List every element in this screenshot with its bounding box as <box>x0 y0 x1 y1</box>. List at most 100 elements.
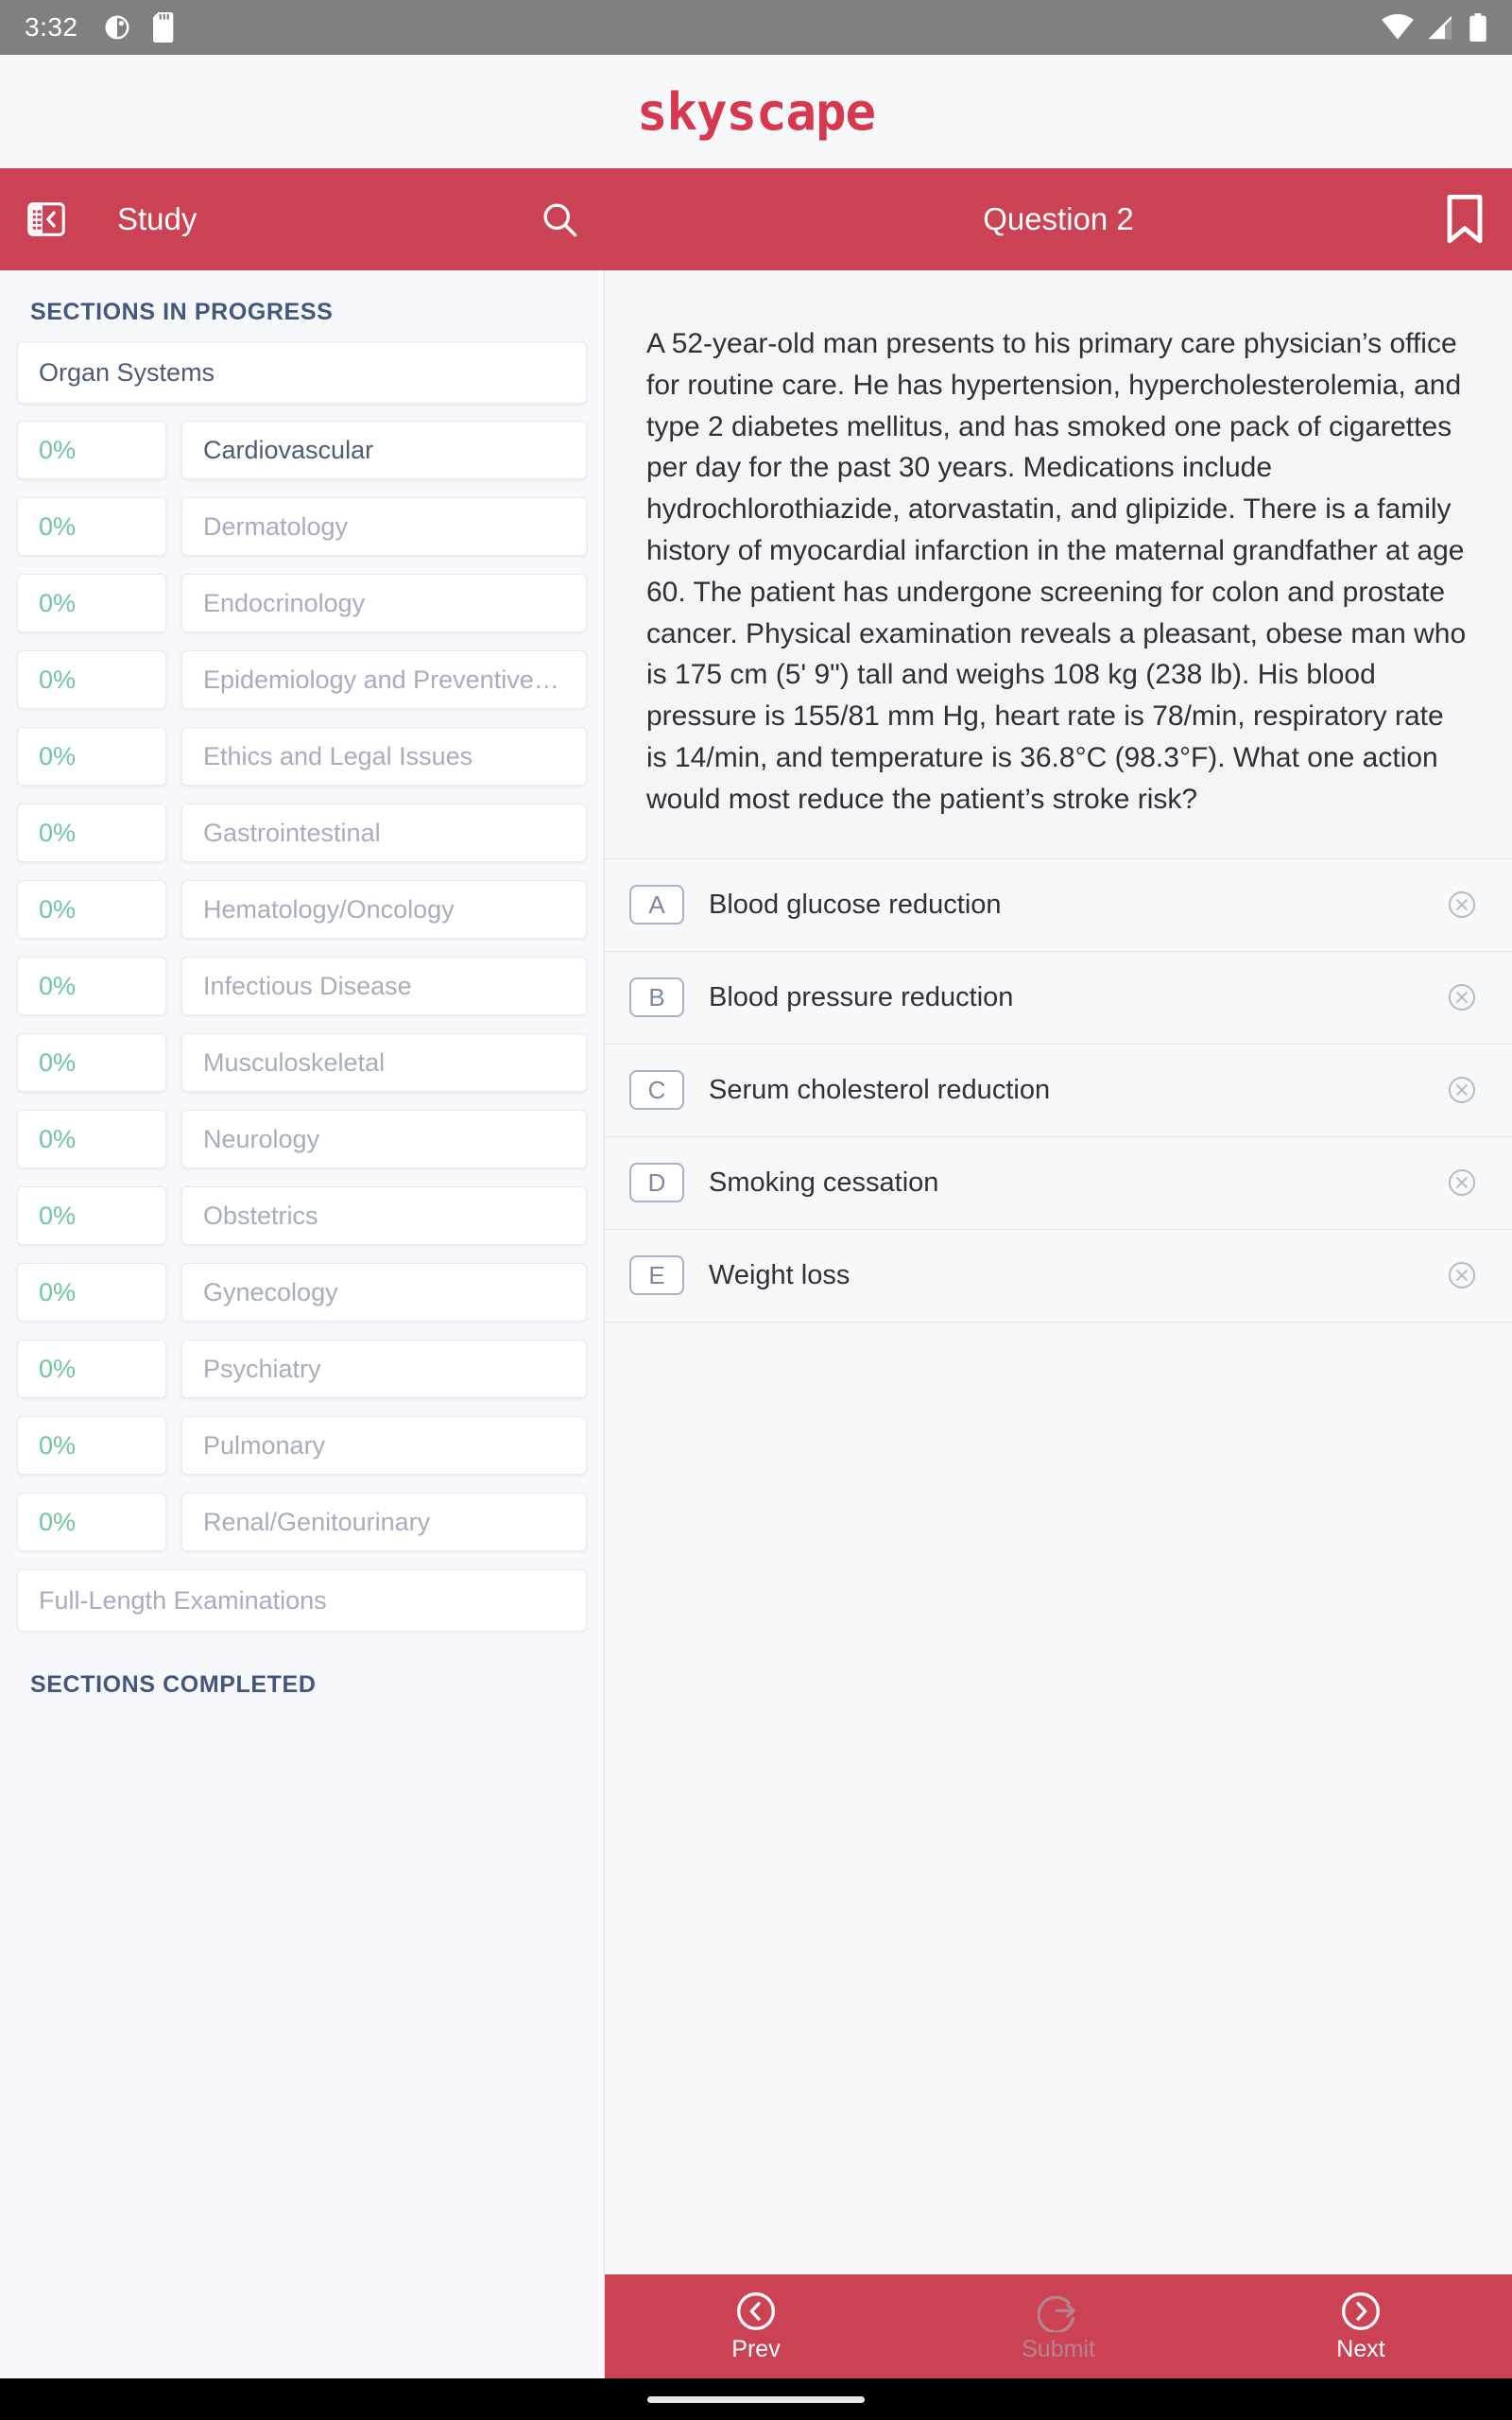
prev-button[interactable]: Prev <box>605 2290 907 2363</box>
option-letter: E <box>648 1260 665 1289</box>
section-name-card[interactable]: Epidemiology and Preventive… <box>181 650 587 709</box>
sidebar-section-row[interactable]: 0% Ethics and Legal Issues <box>17 727 587 786</box>
sidebar-section-row[interactable]: 0% Renal/Genitourinary <box>17 1493 587 1551</box>
option-letter-badge[interactable]: A <box>629 885 684 925</box>
section-name-card[interactable]: Pulmonary <box>181 1416 587 1475</box>
option-letter: D <box>647 1167 666 1197</box>
answer-option[interactable]: D Smoking cessation <box>605 1137 1512 1230</box>
sections-completed-heading: SECTIONS COMPLETED <box>30 1671 317 1698</box>
sidebar-section-row[interactable]: 0% Pulmonary <box>17 1416 587 1475</box>
option-text: Serum cholesterol reduction <box>709 1074 1051 1105</box>
answer-option[interactable]: A Blood glucose reduction <box>605 859 1512 952</box>
question-title: Question 2 <box>983 201 1134 236</box>
answer-option[interactable]: B Blood pressure reduction <box>605 952 1512 1045</box>
option-text: Weight loss <box>709 1259 850 1290</box>
section-progress-card[interactable]: 0% <box>17 957 166 1015</box>
sidebar-footer-fill <box>0 2274 605 2378</box>
answer-option[interactable]: C Serum cholesterol reduction <box>605 1045 1512 1137</box>
option-letter-badge[interactable]: C <box>629 1070 684 1111</box>
sidebar-item-label: Full-Length Examinations <box>39 1585 327 1615</box>
bookmark-icon[interactable] <box>1446 195 1484 244</box>
sidebar-section-row[interactable]: 0% Endocrinology <box>17 574 587 632</box>
section-progress-card[interactable]: 0% <box>17 421 166 479</box>
sidebar-section-row[interactable]: 0% Gastrointestinal <box>17 804 587 862</box>
section-progress-card[interactable]: 0% <box>17 880 166 939</box>
option-letter-badge[interactable]: E <box>629 1255 684 1296</box>
section-progress-card[interactable]: 0% <box>17 574 166 632</box>
strike-out-option-icon[interactable] <box>1446 981 1478 1013</box>
section-progress-card[interactable]: 0% <box>17 1263 166 1322</box>
chevron-right-circle-icon <box>1342 2291 1380 2330</box>
option-letter-badge[interactable]: B <box>629 977 684 1018</box>
sidebar-section-row[interactable]: 0% Musculoskeletal <box>17 1033 587 1092</box>
section-name-card[interactable]: Gastrointestinal <box>181 804 587 862</box>
strike-out-option-icon[interactable] <box>1446 889 1478 921</box>
section-progress-card[interactable]: 0% <box>17 497 166 556</box>
status-bar-right-icons <box>1382 13 1487 42</box>
section-name-label: Obstetrics <box>203 1201 318 1230</box>
section-progress-card[interactable]: 0% <box>17 650 166 709</box>
sidebar-section-row[interactable]: 0% Hematology/Oncology <box>17 880 587 939</box>
section-progress-card[interactable]: 0% <box>17 1340 166 1398</box>
section-name-label: Gynecology <box>203 1277 338 1306</box>
section-progress-value: 0% <box>39 741 77 770</box>
section-name-card[interactable]: Dermatology <box>181 497 587 556</box>
section-progress-value: 0% <box>39 894 77 924</box>
option-letter: A <box>648 890 665 919</box>
section-progress-value: 0% <box>39 1201 77 1230</box>
section-name-card[interactable]: Neurology <box>181 1110 587 1168</box>
section-name-card[interactable]: Psychiatry <box>181 1340 587 1398</box>
strike-out-option-icon[interactable] <box>1446 1167 1478 1199</box>
section-progress-card[interactable]: 0% <box>17 727 166 786</box>
section-name-card[interactable]: Hematology/Oncology <box>181 880 587 939</box>
question-stem: A 52-year-old man presents to his primar… <box>646 328 1467 815</box>
search-icon[interactable] <box>539 199 580 240</box>
option-letter-badge[interactable]: D <box>629 1163 684 1203</box>
sidebar-group-organ-systems[interactable]: Organ Systems <box>17 341 587 404</box>
sidebar-section-row[interactable]: 0% Obstetrics <box>17 1186 587 1245</box>
sidebar-section-row[interactable]: 0% Cardiovascular <box>17 421 587 479</box>
sidebar-section-row[interactable]: 0% Neurology <box>17 1110 587 1168</box>
section-name-label: Dermatology <box>203 511 349 541</box>
section-name-card[interactable]: Musculoskeletal <box>181 1033 587 1092</box>
sidebar-item-full-length-examinations[interactable]: Full-Length Examinations <box>17 1569 587 1632</box>
section-progress-card[interactable]: 0% <box>17 1033 166 1092</box>
sidebar-section-row[interactable]: 0% Dermatology <box>17 497 587 556</box>
sidebar-section-row[interactable]: 0% Epidemiology and Preventive… <box>17 650 587 709</box>
sidebar-section-row[interactable]: 0% Gynecology <box>17 1263 587 1322</box>
section-name-card[interactable]: Infectious Disease <box>181 957 587 1015</box>
section-name-card[interactable]: Cardiovascular <box>181 421 587 479</box>
next-label: Next <box>1336 2335 1385 2362</box>
section-progress-card[interactable]: 0% <box>17 804 166 862</box>
answer-option[interactable]: E Weight loss <box>605 1230 1512 1322</box>
answer-option-list: A Blood glucose reduction B Blood pressure … <box>605 858 1512 1322</box>
content-area: SECTIONS IN PROGRESS Organ Systems 0% Car… <box>0 270 1512 2420</box>
status-bar-left-icons <box>103 12 177 43</box>
section-name-card[interactable]: Renal/Genitourinary <box>181 1493 587 1551</box>
gesture-home-pill[interactable] <box>647 2395 865 2403</box>
collapse-panel-icon[interactable] <box>25 198 68 241</box>
sidebar-section-row[interactable]: 0% Psychiatry <box>17 1340 587 1398</box>
submit-button[interactable]: Submit <box>907 2290 1210 2363</box>
section-name-label: Pulmonary <box>203 1430 326 1460</box>
sidebar-section-row[interactable]: 0% Infectious Disease <box>17 957 587 1015</box>
section-progress-value: 0% <box>39 1507 77 1536</box>
section-name-card[interactable]: Gynecology <box>181 1263 587 1322</box>
section-name-label: Gastrointestinal <box>203 818 381 847</box>
section-name-label: Hematology/Oncology <box>203 894 455 924</box>
prev-label: Prev <box>731 2335 781 2362</box>
section-progress-value: 0% <box>39 971 77 1000</box>
section-progress-card[interactable]: 0% <box>17 1416 166 1475</box>
strike-out-option-icon[interactable] <box>1446 1074 1478 1106</box>
options-filler <box>605 1322 1512 2420</box>
study-sidebar[interactable]: SECTIONS IN PROGRESS Organ Systems 0% Car… <box>0 270 605 2420</box>
section-name-card[interactable]: Endocrinology <box>181 574 587 632</box>
section-progress-card[interactable]: 0% <box>17 1493 166 1551</box>
next-button[interactable]: Next <box>1210 2290 1512 2363</box>
section-name-card[interactable]: Ethics and Legal Issues <box>181 727 587 786</box>
section-name-card[interactable]: Obstetrics <box>181 1186 587 1245</box>
section-progress-card[interactable]: 0% <box>17 1110 166 1168</box>
strike-out-option-icon[interactable] <box>1446 1259 1478 1291</box>
submit-arrow-circle-icon <box>1038 2295 1075 2332</box>
section-progress-card[interactable]: 0% <box>17 1186 166 1245</box>
